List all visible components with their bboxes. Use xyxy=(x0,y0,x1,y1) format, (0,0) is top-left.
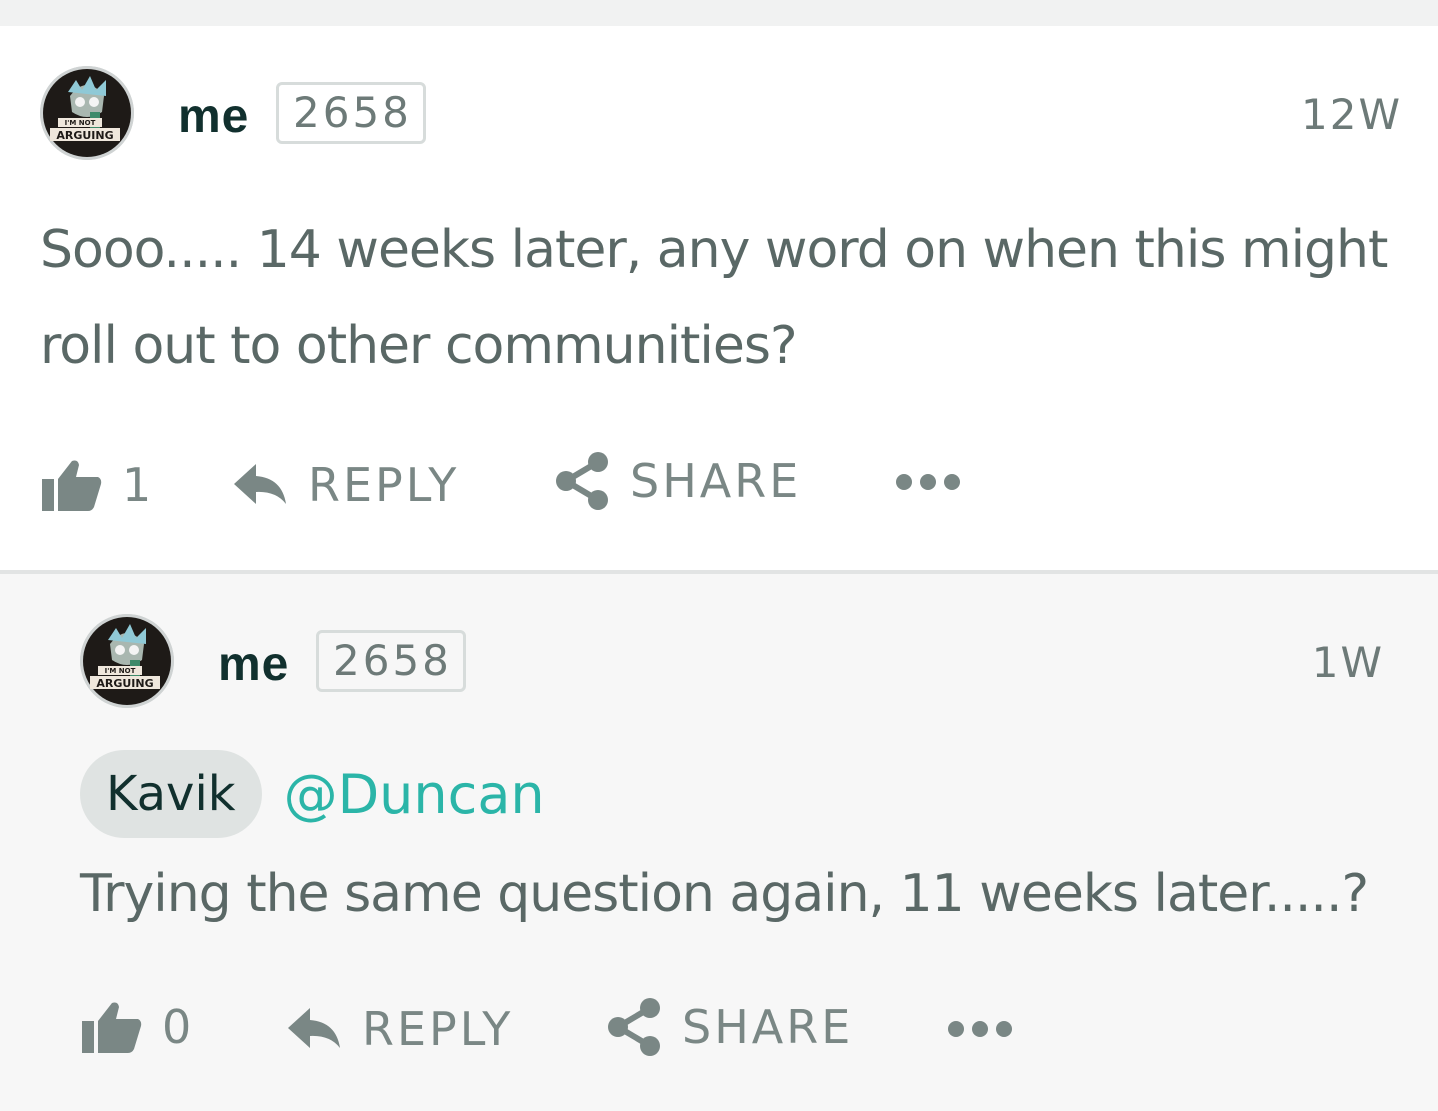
comment-body: Trying the same question again, 11 weeks… xyxy=(80,864,1369,924)
username[interactable]: me xyxy=(178,93,249,141)
avatar-caption: I'M NOT xyxy=(105,667,136,675)
share-button[interactable]: SHARE xyxy=(608,998,853,1056)
more-button[interactable] xyxy=(895,472,961,492)
comment: I'M NOT ARGUING me 2658 12W Sooo..... 14… xyxy=(0,26,1438,570)
thumbs-up-icon xyxy=(42,460,102,511)
avatar-caption: I'M NOT xyxy=(65,119,96,127)
reply-button[interactable]: REPLY xyxy=(234,462,459,508)
mention-link[interactable]: @Duncan xyxy=(284,763,545,826)
share-label: SHARE xyxy=(630,454,802,508)
avatar-image: I'M NOT ARGUING xyxy=(40,66,134,160)
points-badge: 2658 xyxy=(276,82,426,144)
share-icon xyxy=(608,998,660,1056)
username[interactable]: me xyxy=(218,641,289,689)
thumbs-up-icon xyxy=(82,1002,142,1053)
comment-body: Sooo..... 14 weeks later, any word on wh… xyxy=(40,202,1388,394)
comment: I'M NOT ARGUING me 2658 1W Kavik @Duncan… xyxy=(0,574,1438,1111)
avatar-image: I'M NOT ARGUING xyxy=(80,614,174,708)
timestamp: 12W xyxy=(1301,90,1402,139)
timestamp: 1W xyxy=(1311,638,1384,687)
like-button[interactable]: 1 xyxy=(42,459,151,511)
user-chip[interactable]: Kavik xyxy=(80,750,262,838)
like-button[interactable]: 0 xyxy=(82,1001,191,1053)
like-count: 0 xyxy=(162,1000,192,1054)
top-strip xyxy=(0,0,1438,26)
share-label: SHARE xyxy=(682,1000,854,1054)
mention-row: Kavik @Duncan xyxy=(80,750,545,838)
avatar[interactable]: I'M NOT ARGUING xyxy=(40,66,134,160)
avatar-caption: ARGUING xyxy=(96,677,153,690)
comment-line: roll out to other communities? xyxy=(40,316,798,376)
reply-arrow-icon xyxy=(288,1008,340,1048)
reply-arrow-icon xyxy=(234,464,286,504)
share-icon xyxy=(556,452,608,510)
reply-button[interactable]: REPLY xyxy=(288,1006,513,1052)
avatar-caption: ARGUING xyxy=(56,129,113,142)
comment-line: Sooo..... 14 weeks later, any word on wh… xyxy=(40,220,1388,280)
more-horizontal-icon xyxy=(896,474,960,490)
share-button[interactable]: SHARE xyxy=(556,452,801,510)
avatar[interactable]: I'M NOT ARGUING xyxy=(80,614,174,708)
more-button[interactable] xyxy=(947,1019,1013,1039)
points-badge: 2658 xyxy=(316,630,466,692)
more-horizontal-icon xyxy=(948,1021,1012,1037)
reply-label: REPLY xyxy=(308,458,460,512)
reply-label: REPLY xyxy=(362,1002,514,1056)
like-count: 1 xyxy=(122,458,152,512)
